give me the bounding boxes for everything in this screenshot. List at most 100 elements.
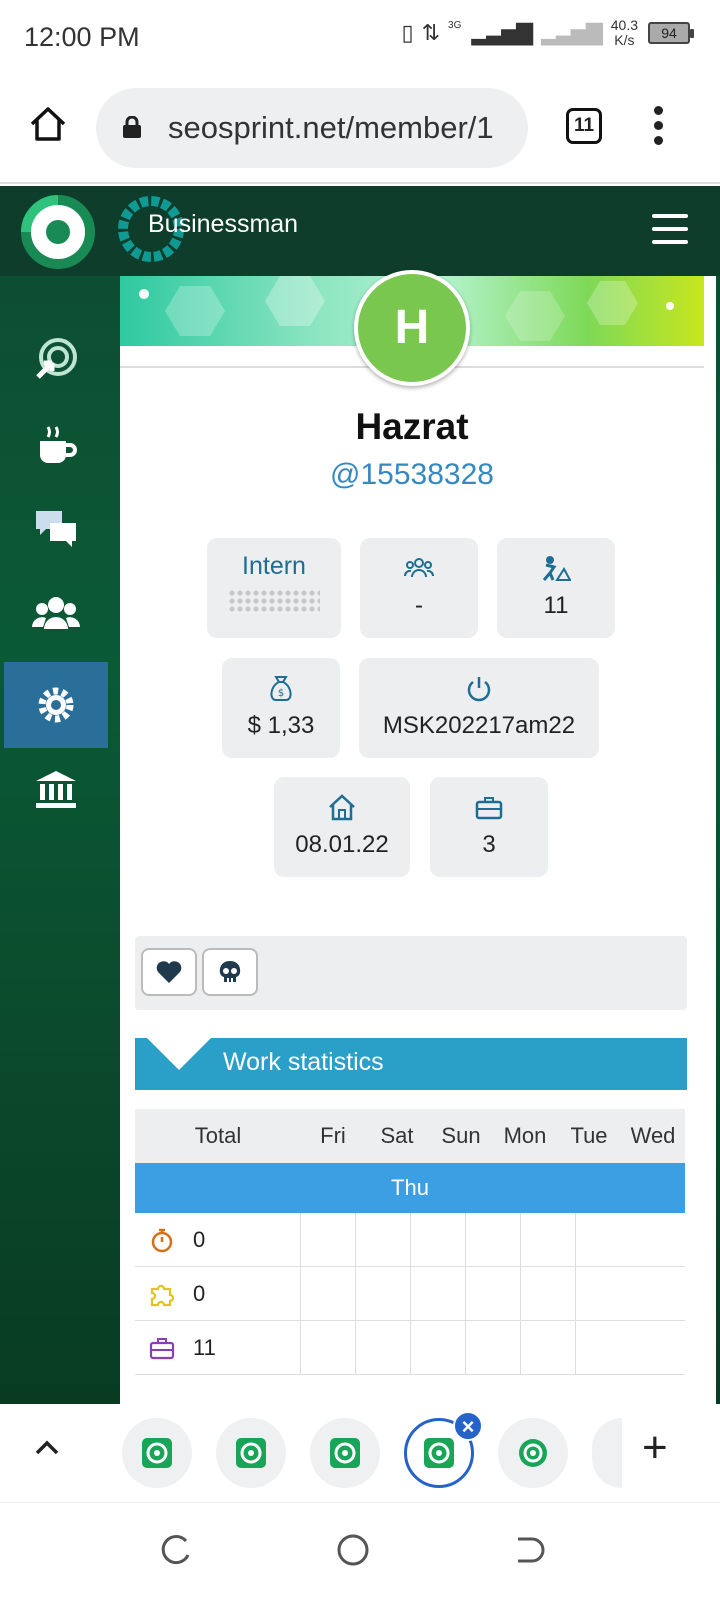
close-tab-icon[interactable]: × <box>453 1411 483 1441</box>
svg-text:$: $ <box>278 688 284 699</box>
col-wed: Wed <box>630 1123 676 1148</box>
tab-thumbnail-partial[interactable] <box>592 1418 622 1488</box>
tasks-count: 3 <box>482 831 496 858</box>
url-text: seosprint.net/member/1 <box>168 110 494 145</box>
back-icon[interactable] <box>512 1533 546 1567</box>
brand-name: Businessman <box>148 210 299 238</box>
sidebar-item-settings[interactable] <box>4 662 108 748</box>
table-row: 0 <box>135 1213 685 1267</box>
worker-icon <box>542 556 571 581</box>
active-tab-thumbnail[interactable]: × <box>404 1411 483 1488</box>
row-total: 0 <box>193 1226 206 1252</box>
sidebar-item-cafe[interactable] <box>4 402 108 488</box>
briefcase-icon <box>149 1337 175 1359</box>
overflow-menu-icon[interactable] <box>652 106 664 146</box>
home-icon[interactable] <box>28 104 68 144</box>
last-online-card[interactable]: MSK202217am22 <box>359 658 599 758</box>
coffee-cup-icon <box>40 426 77 463</box>
site-favicon-icon <box>519 1439 547 1467</box>
money-bag-icon: $ <box>270 676 292 701</box>
site-favicon-icon <box>236 1438 266 1468</box>
col-fri: Fri <box>320 1123 346 1148</box>
site-header: Businessman <box>0 186 720 276</box>
last-online-value: MSK202217am22 <box>382 712 576 739</box>
work-statistics-toggle[interactable]: Work statistics <box>135 1038 687 1090</box>
sidebar-item-chat[interactable] <box>4 486 108 572</box>
vibrate-icon: ▯ <box>401 20 413 45</box>
blacklist-button[interactable] <box>202 948 258 996</box>
signal-2-icon: ▂▃▅▇ <box>541 20 603 45</box>
sidebar-item-bank[interactable] <box>4 746 108 832</box>
row-total: 0 <box>193 1280 206 1306</box>
avatar: H <box>354 270 470 386</box>
referrals-card[interactable]: - <box>360 538 478 638</box>
status-bar: 12:00 PM ▯ ⇅ 3G ▂▃▅▇ ▂▃▅▇ 40.3 K/s 94 <box>0 0 720 72</box>
today-row: Thu <box>135 1163 685 1213</box>
bank-icon <box>36 771 76 808</box>
signal-icon: ▂▃▅▇ <box>471 20 533 45</box>
home-nav-icon[interactable] <box>336 1533 370 1567</box>
sidebar-item-referrals[interactable] <box>4 570 108 656</box>
stopwatch-icon <box>151 1228 173 1252</box>
balance-value: $ 1,33 <box>247 712 315 739</box>
table-row: 0 <box>135 1267 685 1321</box>
new-tab-icon[interactable]: + <box>642 1426 668 1470</box>
net-speed: 40.3 K/s <box>610 17 638 48</box>
col-total: Total <box>194 1123 242 1148</box>
browser-toolbar: seosprint.net/member/1 11 <box>0 72 720 184</box>
tab-thumbnail[interactable] <box>122 1418 192 1488</box>
referrals-icon <box>404 558 434 578</box>
sidebar <box>0 276 118 1404</box>
tasks-done-count: 11 <box>543 592 569 619</box>
house-icon <box>329 794 355 821</box>
tasks-done-card[interactable]: 11 <box>497 538 615 638</box>
row-total: 11 <box>193 1334 216 1360</box>
tab-switcher-button[interactable]: 11 <box>566 108 602 144</box>
status-time: 12:00 PM <box>24 22 140 52</box>
col-sun: Sun <box>441 1123 481 1148</box>
registered-card[interactable]: 08.01.22 <box>274 777 410 877</box>
chat-icon <box>36 511 76 547</box>
registered-date: 08.01.22 <box>295 831 389 858</box>
work-statistics-title: Work statistics <box>223 1048 384 1076</box>
tab-thumbnail[interactable] <box>310 1418 380 1488</box>
rank-label: Intern <box>242 552 306 580</box>
tab-thumbnail[interactable] <box>498 1418 568 1488</box>
network-type: 3G <box>448 19 462 31</box>
site-logo[interactable] <box>20 194 96 270</box>
heart-icon <box>156 961 182 983</box>
work-statistics-table: Total Fri Sat Sun Mon Tue Wed Thu 0 0 11 <box>135 1109 685 1375</box>
rank-progress-dots <box>228 589 320 613</box>
sidebar-item-surfing[interactable] <box>4 316 108 402</box>
status-indicators: ▯ ⇅ 3G ▂▃▅▇ ▂▃▅▇ 40.3 K/s 94 <box>401 17 694 48</box>
recent-apps-icon[interactable] <box>160 1533 194 1567</box>
user-name: Hazrat <box>355 406 469 447</box>
system-nav-bar <box>0 1502 720 1600</box>
site-favicon-icon <box>330 1438 360 1468</box>
favorite-button[interactable] <box>141 948 197 996</box>
profile-actions <box>135 936 687 1010</box>
chevron-up-icon[interactable] <box>34 1438 60 1456</box>
tasks-card[interactable]: 3 <box>430 777 548 877</box>
data-transfer-icon: ⇅ <box>421 20 440 45</box>
tab-thumbnail[interactable] <box>216 1418 286 1488</box>
rank-card[interactable]: Intern <box>207 538 341 638</box>
col-tue: Tue <box>570 1123 608 1148</box>
site-favicon-icon <box>424 1438 454 1468</box>
web-content: Businessman H Hazrat @15538328 Intern - … <box>0 186 720 1404</box>
hamburger-menu-icon[interactable] <box>652 214 688 244</box>
user-handle[interactable]: @15538328 <box>120 458 704 492</box>
table-row: 11 <box>135 1321 685 1375</box>
balance-card[interactable]: $ $ 1,33 <box>222 658 340 758</box>
stats-header-row: Total Fri Sat Sun Mon Tue Wed <box>135 1109 685 1163</box>
col-mon: Mon <box>503 1123 547 1148</box>
battery-icon: 94 <box>648 22 694 44</box>
referrals-count: - <box>415 592 423 619</box>
skull-icon <box>219 961 241 982</box>
address-bar[interactable]: seosprint.net/member/1 <box>96 88 528 168</box>
tab-strip: × + <box>0 1404 720 1502</box>
target-click-icon <box>36 338 77 379</box>
chevron-down-icon <box>147 1038 211 1070</box>
lock-icon <box>123 116 141 138</box>
profile-panel: H Hazrat @15538328 Intern - 11 $ $ 1,33 … <box>120 270 716 1404</box>
